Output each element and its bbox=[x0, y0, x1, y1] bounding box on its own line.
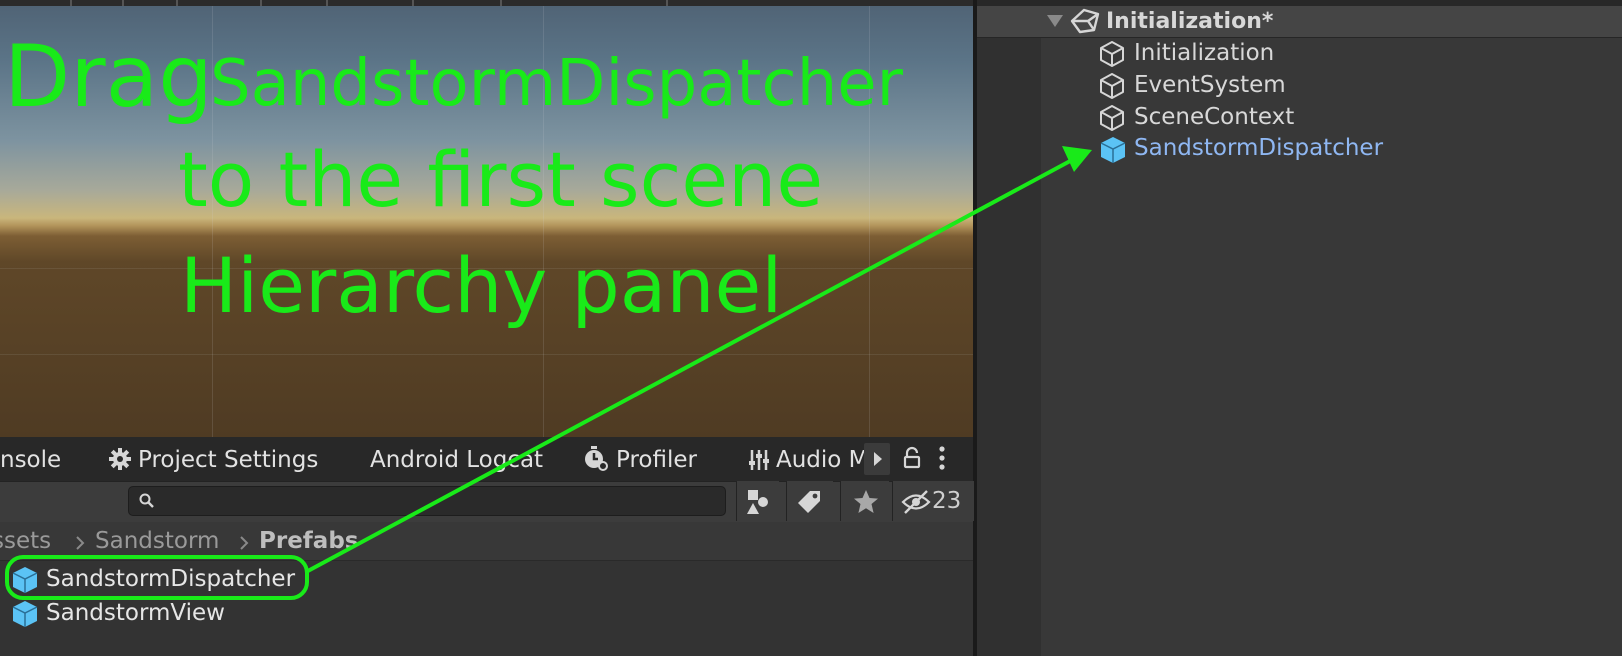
tab-project-settings[interactable]: Project Settings bbox=[108, 437, 318, 481]
unity-scene-icon bbox=[1070, 8, 1100, 34]
gameobject-cube-icon bbox=[1100, 105, 1124, 131]
tab-label: Android Logcat bbox=[370, 447, 544, 473]
scene-title: Initialization* bbox=[1106, 9, 1274, 34]
fold-down-triangle-icon[interactable] bbox=[1046, 14, 1064, 28]
instruction-line-3: Hierarchy panel bbox=[180, 241, 783, 330]
hierarchy-gutter bbox=[977, 0, 1041, 656]
scene-toolbar bbox=[0, 0, 973, 6]
scene-view[interactable]: Drag SandstormDispatcher to the first sc… bbox=[0, 0, 973, 437]
tab-label: nsole bbox=[0, 447, 62, 473]
hidden-count: 23 bbox=[932, 488, 962, 514]
search-input[interactable] bbox=[128, 486, 726, 516]
instruction-drag-word: Drag bbox=[4, 27, 213, 127]
hierarchy-item-label: EventSystem bbox=[1134, 72, 1286, 98]
tab-console[interactable]: nsole bbox=[0, 437, 61, 481]
hierarchy-item-label: Initialization bbox=[1134, 40, 1275, 66]
toolbar-divider bbox=[412, 0, 414, 6]
tab-label: Audio M bbox=[776, 447, 864, 473]
prefab-cube-icon bbox=[12, 601, 38, 627]
stopwatch-icon bbox=[585, 446, 608, 471]
tab-label: Profiler bbox=[616, 447, 697, 473]
toolbar-divider bbox=[500, 0, 502, 6]
chevron-right-icon bbox=[240, 536, 249, 550]
file-name: SandstormView bbox=[46, 600, 225, 626]
gear-icon bbox=[109, 448, 131, 470]
instruction-object-name: SandstormDispatcher bbox=[210, 47, 903, 121]
lock-icon[interactable] bbox=[902, 446, 922, 470]
instruction-line-2: to the first scene bbox=[178, 135, 824, 224]
favorites-button[interactable] bbox=[840, 481, 889, 521]
tab-android-logcat[interactable]: Android Logcat bbox=[370, 437, 543, 481]
eye-hidden-icon bbox=[901, 490, 931, 514]
toolbar-divider bbox=[260, 0, 262, 6]
toolbar-divider bbox=[326, 0, 328, 6]
tab-profiler[interactable]: Profiler bbox=[582, 437, 697, 481]
tab-overflow-button[interactable] bbox=[864, 443, 890, 475]
gameobject-cube-icon bbox=[1100, 73, 1124, 99]
toolbar-divider bbox=[176, 0, 178, 6]
tab-audio-mixer[interactable]: Audio M bbox=[748, 437, 864, 481]
list-item[interactable]: SandstormView bbox=[10, 597, 300, 629]
search-by-label-button[interactable] bbox=[786, 481, 833, 521]
prefab-cube-icon bbox=[1100, 137, 1126, 163]
hierarchy-item-label: SceneContext bbox=[1134, 104, 1295, 130]
gameobject-cube-icon bbox=[1100, 41, 1124, 67]
tab-label: Project Settings bbox=[138, 447, 319, 473]
tag-icon bbox=[798, 491, 820, 513]
toolbar-divider bbox=[666, 0, 668, 6]
more-options-icon[interactable] bbox=[938, 446, 946, 470]
search-icon bbox=[139, 493, 154, 508]
toolbar-divider bbox=[122, 0, 124, 6]
audio-mixer-icon bbox=[749, 450, 769, 470]
hierarchy-item-label: SandstormDispatcher bbox=[1134, 135, 1384, 161]
star-icon bbox=[854, 490, 878, 513]
chevron-right-icon bbox=[76, 536, 85, 550]
drag-source-highlight bbox=[5, 555, 309, 600]
search-by-type-button[interactable] bbox=[736, 481, 779, 521]
shapes-filter-icon bbox=[747, 490, 768, 514]
toolbar-divider bbox=[70, 0, 72, 6]
hierarchy-panel bbox=[977, 0, 1622, 656]
bottom-tab-bar: nsole Project Settings Android Logcat Pr… bbox=[0, 437, 973, 481]
caret-right-icon bbox=[874, 452, 882, 466]
scene-grid-line bbox=[0, 354, 973, 355]
